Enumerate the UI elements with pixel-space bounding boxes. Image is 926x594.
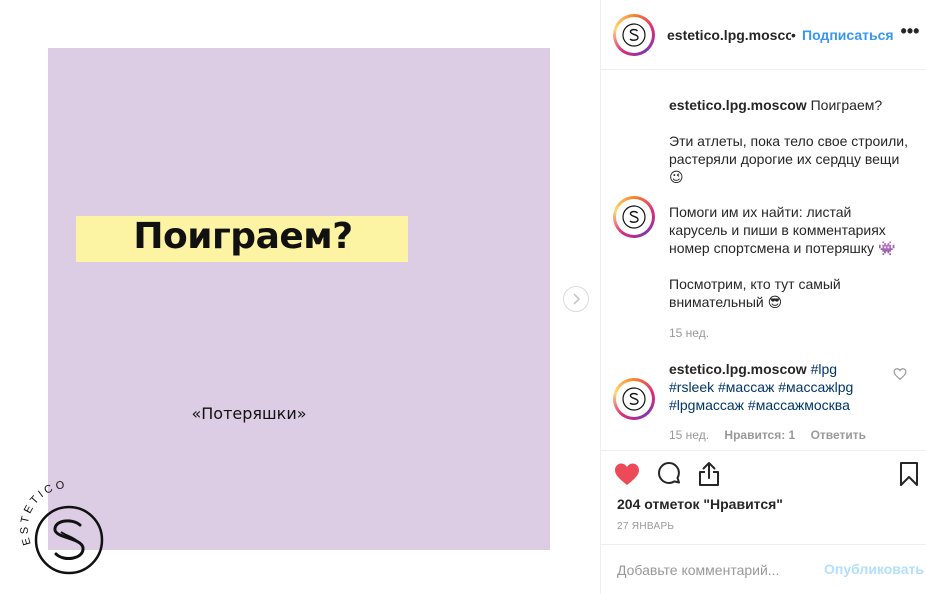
comment-time[interactable]: 15 нед. [669, 428, 709, 442]
caption-text: estetico.lpg.moscow Поиграем? Эти атлеты… [669, 96, 909, 186]
post-actions: 204 отметок "Нравится" 27 ЯНВАРЬ [601, 450, 926, 540]
comment-like-icon[interactable] [893, 367, 907, 381]
caption-para3: Помоги им их найти: листай карусель и пи… [669, 204, 896, 256]
post-media: Поиграем? «Потеряшки» ESTETICO [0, 0, 600, 594]
comment-text: estetico.lpg.moscow #lpg #rsleek #массаж… [669, 360, 869, 414]
avatar[interactable] [613, 14, 655, 56]
caption-username[interactable]: estetico.lpg.moscow [669, 97, 807, 113]
caption-text-continued: Помоги им их найти: листай карусель и пи… [669, 203, 909, 311]
header-separator: • [791, 27, 796, 43]
carousel-next-button[interactable] [563, 286, 589, 312]
add-comment-bar: Опубликовать [601, 544, 926, 594]
follow-button[interactable]: Подписаться [802, 27, 894, 43]
slide-subtitle: «Потеряшки» [191, 404, 307, 423]
comment-likes[interactable]: Нравится: 1 [724, 428, 795, 442]
caption-time[interactable]: 15 нед. [669, 326, 709, 340]
comments-list: estetico.lpg.moscow Поиграем? Эти атлеты… [601, 70, 926, 450]
bookmark-icon [900, 462, 918, 486]
carousel-slide[interactable] [48, 48, 550, 550]
post-sidebar: estetico.lpg.moscow • Подписаться ••• es… [600, 0, 926, 594]
header-username[interactable]: estetico.lpg.moscow [667, 27, 791, 43]
estetico-logo: ESTETICO [19, 480, 104, 575]
comment-username[interactable]: estetico.lpg.moscow [669, 361, 807, 377]
publish-button[interactable]: Опубликовать [824, 561, 924, 577]
comment-button[interactable] [655, 460, 683, 488]
avatar[interactable] [613, 378, 655, 420]
caption-para2: Эти атлеты, пока тело свое строили, раст… [669, 133, 908, 185]
chevron-right-icon [573, 293, 581, 305]
heart-icon [615, 463, 639, 485]
share-icon [699, 462, 719, 486]
comment-meta: 15 нед. Нравится: 1 Ответить [669, 428, 878, 442]
avatar[interactable] [613, 196, 655, 238]
estetico-mini-logo [622, 387, 646, 411]
estetico-mini-logo [622, 23, 646, 47]
slide-headline: Поиграем? [133, 216, 353, 257]
like-button[interactable] [613, 460, 641, 488]
share-button[interactable] [695, 460, 723, 488]
estetico-mini-logo [622, 205, 646, 229]
more-options-button[interactable]: ••• [899, 22, 921, 44]
caption-line1: Поиграем? [806, 97, 883, 113]
post-header: estetico.lpg.moscow • Подписаться ••• [601, 0, 926, 70]
caption-meta: 15 нед. [669, 326, 721, 340]
comment-input[interactable] [617, 560, 817, 580]
reply-button[interactable]: Ответить [811, 428, 866, 442]
comment-icon [658, 462, 680, 484]
caption-para4: Посмотрим, кто тут самый внимательный 😎 [669, 276, 841, 310]
post-date[interactable]: 27 ЯНВАРЬ [617, 521, 674, 532]
likes-count[interactable]: 204 отметок "Нравится" [617, 496, 783, 512]
save-button[interactable] [895, 460, 923, 488]
